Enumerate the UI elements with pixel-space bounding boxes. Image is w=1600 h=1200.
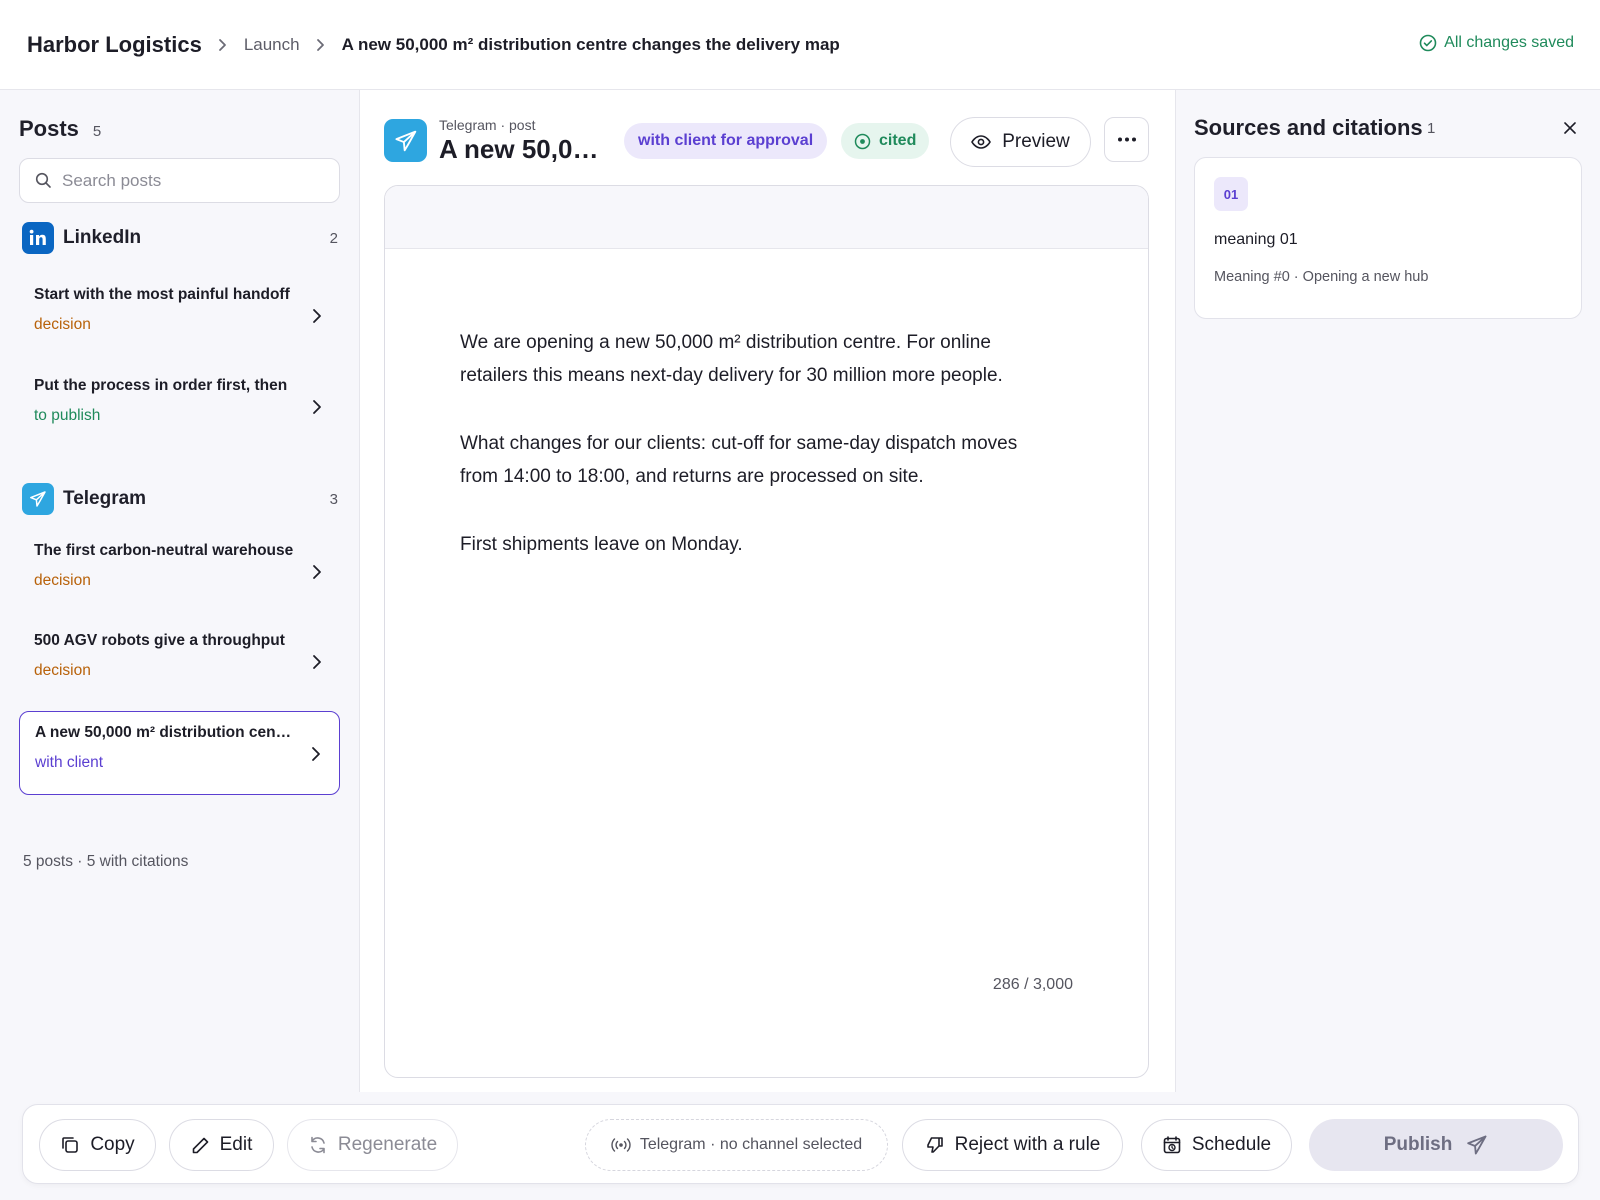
post-status: decision bbox=[34, 662, 91, 679]
regenerate-button[interactable]: Regenerate bbox=[287, 1119, 458, 1171]
post-item[interactable]: Start with the most painful handoff deci… bbox=[19, 274, 340, 358]
group-count: 3 bbox=[329, 490, 338, 508]
more-options-button[interactable] bbox=[1104, 117, 1149, 162]
publish-label: Publish bbox=[1383, 1134, 1453, 1155]
preview-button[interactable]: Preview bbox=[950, 117, 1091, 167]
status-badge-approval: with client for approval bbox=[624, 123, 828, 159]
schedule-button[interactable]: Schedule bbox=[1141, 1119, 1292, 1171]
post-status: decision bbox=[34, 316, 91, 333]
posts-title: Posts bbox=[19, 116, 79, 141]
post-item[interactable]: The first carbon-neutral warehouse decis… bbox=[19, 530, 340, 614]
channel-selector[interactable]: Telegram · no channel selected bbox=[585, 1119, 888, 1171]
close-icon[interactable] bbox=[1562, 120, 1578, 141]
chevron-right-icon bbox=[313, 309, 321, 323]
regenerate-label: Regenerate bbox=[337, 1134, 438, 1155]
calendar-clock-icon bbox=[1163, 1136, 1181, 1154]
refresh-icon bbox=[311, 1136, 325, 1154]
search-icon bbox=[35, 172, 51, 188]
sources-count: 1 bbox=[1427, 120, 1436, 137]
post-editor-panel: Telegram · post A new 50,000 m² distribu… bbox=[360, 90, 1175, 1092]
posts-sidebar: Posts 5 LinkedIn 2 Start with the most p… bbox=[0, 90, 360, 1092]
sidebar-footer: 5 posts · 5 with citations bbox=[23, 853, 189, 870]
check-circle-icon bbox=[1419, 34, 1437, 52]
character-count: 286 / 3,000 bbox=[992, 976, 1073, 993]
check-circle-icon bbox=[854, 133, 871, 149]
post-body[interactable]: We are opening a new 50,000 m² distribut… bbox=[460, 326, 1060, 596]
copy-label: Copy bbox=[90, 1134, 135, 1155]
post-paragraph: First shipments leave on Monday. bbox=[460, 534, 743, 555]
thumbs-down-icon bbox=[926, 1137, 943, 1153]
channel-label: Telegram · no channel selected bbox=[639, 1136, 863, 1153]
citation-card[interactable]: 01 meaning 01 Meaning #0 · Opening a new… bbox=[1194, 157, 1582, 319]
sources-title: Sources and citations bbox=[1194, 115, 1423, 140]
post-title: The first carbon-neutral warehouse bbox=[34, 542, 294, 559]
group-linkedin[interactable]: LinkedIn 2 bbox=[22, 222, 338, 254]
reject-with-rule-button[interactable]: Reject with a rule bbox=[902, 1119, 1123, 1171]
post-title-heading: A new 50,000 m² distribution centre chan… bbox=[439, 134, 609, 164]
action-bar: Copy Edit Regenerate Telegram · no chann… bbox=[22, 1104, 1579, 1184]
more-horizontal-icon bbox=[1117, 137, 1136, 142]
post-title: Start with the most painful handoff bbox=[34, 286, 290, 303]
posts-header: Posts 5 bbox=[19, 116, 101, 142]
telegram-icon bbox=[384, 119, 427, 162]
pencil-icon bbox=[192, 1137, 208, 1153]
eye-icon bbox=[971, 135, 992, 149]
citation-number: 01 bbox=[1214, 177, 1248, 211]
brand-name[interactable]: Harbor Logistics bbox=[27, 32, 202, 58]
group-telegram[interactable]: Telegram 3 bbox=[22, 483, 338, 515]
send-icon bbox=[1467, 1135, 1487, 1155]
post-subtitle: Telegram · post bbox=[439, 117, 536, 133]
post-status: decision bbox=[34, 572, 91, 589]
chevron-right-icon bbox=[312, 747, 320, 761]
top-bar: Harbor Logistics Launch A new 50,000 m² … bbox=[0, 0, 1600, 90]
post-status: with client bbox=[35, 754, 104, 771]
chevron-right-icon bbox=[316, 38, 326, 52]
reject-label: Reject with a rule bbox=[954, 1134, 1101, 1155]
posts-count: 5 bbox=[92, 123, 102, 140]
breadcrumb-launch[interactable]: Launch bbox=[244, 35, 300, 55]
save-status: All changes saved bbox=[1419, 34, 1574, 52]
copy-icon bbox=[62, 1137, 79, 1153]
edit-button[interactable]: Edit bbox=[169, 1119, 274, 1171]
linkedin-icon bbox=[22, 222, 54, 254]
chevron-right-icon bbox=[313, 565, 321, 579]
post-item[interactable]: Put the process in order first, then to … bbox=[19, 365, 340, 449]
group-name: Telegram bbox=[63, 488, 147, 509]
cited-label: cited bbox=[879, 132, 917, 149]
preview-label: Preview bbox=[1002, 131, 1070, 152]
group-count: 2 bbox=[329, 229, 338, 247]
editor-toolbar bbox=[385, 186, 1148, 249]
post-status: to publish bbox=[34, 407, 101, 424]
group-name: LinkedIn bbox=[63, 227, 142, 248]
post-title: Put the process in order first, then bbox=[34, 377, 288, 394]
schedule-label: Schedule bbox=[1191, 1134, 1272, 1155]
post-paragraph: We are opening a new 50,000 m² distribut… bbox=[460, 332, 1003, 386]
breadcrumb-current: A new 50,000 m² distribution centre chan… bbox=[341, 34, 840, 54]
post-paragraph: What changes for our clients: cut-off fo… bbox=[460, 433, 1018, 487]
citation-meta: Meaning #0 · Opening a new hub bbox=[1214, 269, 1429, 285]
chevron-right-icon bbox=[218, 38, 228, 52]
telegram-icon bbox=[22, 483, 54, 515]
post-title: 500 AGV robots give a throughput bbox=[34, 632, 285, 649]
publish-button[interactable]: Publish bbox=[1309, 1119, 1563, 1171]
chevron-right-icon bbox=[313, 400, 321, 414]
edit-label: Edit bbox=[219, 1134, 253, 1155]
post-item-active[interactable]: A new 50,000 m² distribution centre with… bbox=[19, 711, 340, 795]
broadcast-icon bbox=[611, 1138, 631, 1152]
search-input[interactable] bbox=[62, 170, 322, 191]
post-title: A new 50,000 m² distribution centre bbox=[35, 724, 295, 741]
post-item[interactable]: 500 AGV robots give a throughput decisio… bbox=[19, 620, 340, 704]
search-box[interactable] bbox=[19, 158, 340, 203]
post-editor[interactable]: We are opening a new 50,000 m² distribut… bbox=[384, 185, 1149, 1078]
save-status-label: All changes saved bbox=[1444, 34, 1574, 51]
citation-title: meaning 01 bbox=[1214, 231, 1298, 248]
status-badge-cited: cited bbox=[841, 123, 930, 159]
sources-panel: Sources and citations 1 01 meaning 01 Me… bbox=[1175, 90, 1600, 1092]
copy-button[interactable]: Copy bbox=[39, 1119, 156, 1171]
chevron-right-icon bbox=[313, 655, 321, 669]
